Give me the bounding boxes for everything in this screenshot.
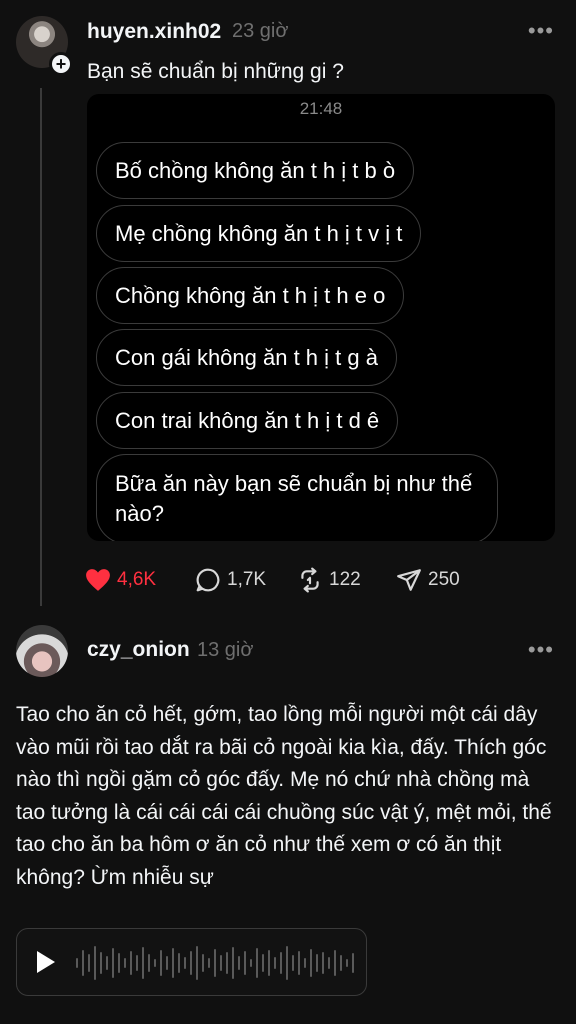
heart-icon bbox=[85, 567, 111, 593]
thread-line bbox=[40, 88, 42, 606]
plus-icon[interactable]: + bbox=[49, 52, 73, 76]
waveform-icon[interactable] bbox=[75, 943, 355, 983]
chat-bubble: Bố chồng không ăn t h ị t b ò bbox=[96, 142, 415, 199]
comment-button[interactable]: 1,7K bbox=[195, 566, 266, 594]
post-caption: Bạn sẽ chuẩn bị những gi ? bbox=[87, 60, 344, 83]
more-icon[interactable]: ••• bbox=[528, 637, 554, 663]
post-time: 23 giờ bbox=[232, 20, 289, 42]
avatar[interactable] bbox=[16, 625, 68, 677]
post-username[interactable]: huyen.xinh02 bbox=[87, 20, 221, 44]
chat-bubble: Mẹ chồng không ăn t h ị t v ị t bbox=[96, 205, 422, 262]
repost-button[interactable]: 122 bbox=[297, 566, 361, 594]
comment-count: 1,7K bbox=[227, 569, 267, 590]
share-icon bbox=[396, 567, 422, 593]
audio-player[interactable] bbox=[16, 928, 367, 996]
comment-username[interactable]: czy_onion bbox=[87, 638, 190, 662]
chat-bubble: Con trai không ăn t h ị t d ê bbox=[96, 392, 399, 449]
repost-icon bbox=[297, 567, 323, 593]
reply-post: czy_onion 13 giờ ••• Tao cho ăn cỏ hết, … bbox=[0, 612, 576, 1024]
chat-screenshot[interactable]: 21:48 Bố chồng không ăn t h ị t b ò Mẹ c… bbox=[87, 94, 555, 541]
comment-time: 13 giờ bbox=[197, 639, 254, 661]
share-button[interactable]: 250 bbox=[396, 566, 460, 594]
chat-time: 21:48 bbox=[299, 99, 343, 118]
more-icon[interactable]: ••• bbox=[528, 18, 554, 44]
share-count: 250 bbox=[428, 569, 460, 590]
like-count: 4,6K bbox=[117, 569, 157, 590]
like-button[interactable]: 4,6K bbox=[85, 566, 156, 594]
repost-count: 122 bbox=[329, 569, 361, 590]
play-icon[interactable] bbox=[35, 949, 57, 975]
comment-icon bbox=[195, 567, 221, 593]
thread-post: + huyen.xinh02 23 giờ ••• Bạn sẽ chuẩn b… bbox=[0, 0, 576, 612]
comment-text: Tao cho ăn cỏ hết, gớm, tao lồng mỗi ngư… bbox=[16, 703, 552, 889]
chat-bubble: Bữa ăn này bạn sẽ chuẩn bị như thế nào? bbox=[96, 454, 498, 541]
chat-bubble: Con gái không ăn t h ị t g à bbox=[96, 329, 397, 386]
chat-bubble: Chồng không ăn t h ị t h e o bbox=[96, 267, 405, 324]
